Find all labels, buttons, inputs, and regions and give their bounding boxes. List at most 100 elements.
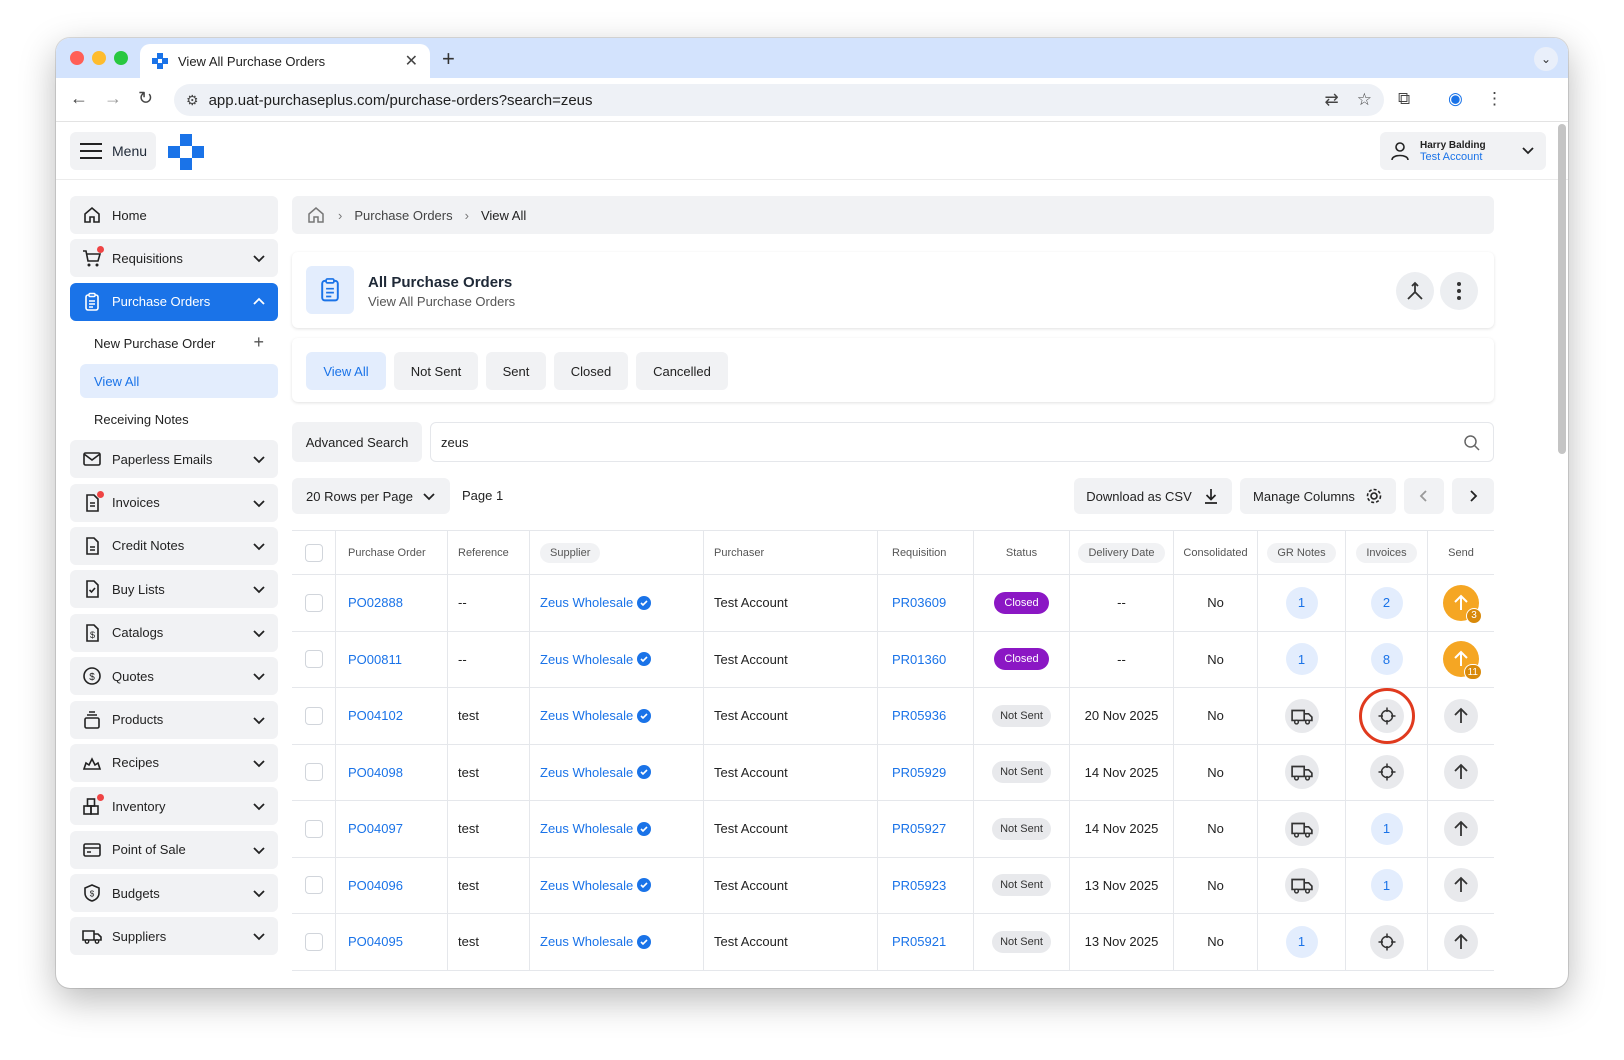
match-invoice-button[interactable] (1358, 688, 1415, 744)
gr-notes-count-button[interactable]: 1 (1285, 643, 1318, 676)
row-checkbox[interactable] (304, 593, 323, 612)
requisition-link[interactable]: PR05927 (878, 801, 974, 857)
sidebar-item-recipes[interactable]: Recipes (70, 743, 278, 782)
tab-cancelled[interactable]: Cancelled (636, 352, 728, 390)
gr-notes-count-button[interactable]: 1 (1285, 925, 1318, 958)
send-button[interactable]: 3 (1443, 584, 1482, 624)
send-button[interactable] (1444, 924, 1478, 959)
match-invoice-button[interactable] (1369, 755, 1404, 790)
page-scrollbar[interactable] (1558, 124, 1566, 454)
table-row[interactable]: PO02888 -- Zeus Wholesale Test Account P… (292, 575, 1494, 632)
column-header-reference[interactable]: Reference (448, 531, 530, 574)
supplier-link[interactable]: Zeus Wholesale (540, 878, 633, 893)
more-options-button[interactable] (1440, 272, 1478, 310)
rows-per-page-select[interactable]: 20 Rows per Page (292, 478, 450, 514)
column-header-status[interactable]: Status (974, 531, 1070, 574)
site-settings-icon[interactable]: ⚙ (186, 92, 199, 109)
column-header-delivery-date[interactable]: Delivery Date (1078, 542, 1165, 563)
tab-search-chevron-icon[interactable]: ⌄ (1534, 47, 1558, 71)
profile-icon[interactable]: ◉ (1448, 89, 1463, 109)
column-header-consolidated[interactable]: Consolidated (1174, 531, 1258, 574)
row-checkbox[interactable] (304, 932, 323, 951)
menu-button[interactable]: Menu (70, 132, 156, 170)
tab-closed[interactable]: Closed (554, 352, 628, 390)
row-checkbox[interactable] (304, 706, 323, 725)
table-row[interactable]: PO04098 test Zeus Wholesale Test Account… (292, 744, 1494, 801)
column-header-supplier[interactable]: Supplier (540, 542, 601, 563)
row-checkbox[interactable] (304, 650, 323, 669)
requisition-link[interactable]: PR05921 (878, 914, 974, 970)
table-row[interactable]: PO04096 test Zeus Wholesale Test Account… (292, 857, 1494, 914)
search-icon[interactable] (1463, 434, 1481, 452)
column-header-gr-notes[interactable]: GR Notes (1267, 542, 1336, 563)
breadcrumb-purchase-orders[interactable]: Purchase Orders (354, 208, 452, 223)
match-invoice-button[interactable] (1369, 924, 1404, 959)
sidebar-item-purchase-orders[interactable]: Purchase Orders (70, 282, 278, 321)
requisition-link[interactable]: PR03609 (878, 575, 974, 631)
previous-page-button[interactable] (1404, 478, 1444, 514)
manage-columns-button[interactable]: Manage Columns (1240, 478, 1396, 514)
purchaseplus-logo[interactable] (168, 134, 204, 170)
sidebar-item-credit-notes[interactable]: Credit Notes (70, 526, 278, 565)
po-number-link[interactable]: PO04097 (336, 801, 448, 857)
gr-notes-count-button[interactable]: 1 (1285, 586, 1318, 619)
send-button[interactable] (1444, 755, 1478, 790)
column-header-invoices[interactable]: Invoices (1356, 542, 1417, 563)
row-checkbox[interactable] (304, 876, 323, 895)
po-number-link[interactable]: PO02888 (336, 575, 448, 631)
receive-goods-button[interactable] (1284, 811, 1319, 846)
sidebar-item-requisitions[interactable]: Requisitions (70, 239, 278, 278)
sidebar-subitem-view-all[interactable]: View All (80, 364, 278, 399)
requisition-link[interactable]: PR05936 (878, 688, 974, 744)
minimize-window-button[interactable] (92, 51, 106, 65)
sidebar-item-suppliers[interactable]: Suppliers (70, 917, 278, 956)
sidebar-item-home[interactable]: Home (70, 196, 278, 234)
column-header-requisition[interactable]: Requisition (878, 531, 974, 574)
row-checkbox[interactable] (304, 819, 323, 838)
send-button[interactable] (1444, 811, 1478, 846)
table-row[interactable]: PO04097 test Zeus Wholesale Test Account… (292, 801, 1494, 858)
tab-sent[interactable]: Sent (486, 352, 546, 390)
po-number-link[interactable]: PO04098 (336, 744, 448, 800)
chrome-menu-icon[interactable]: ⋮ (1486, 89, 1503, 109)
invoices-count-button[interactable]: 1 (1370, 869, 1403, 902)
table-row[interactable]: PO04095 test Zeus Wholesale Test Account… (292, 914, 1494, 971)
reload-icon[interactable]: ↻ (138, 88, 153, 109)
close-window-button[interactable] (70, 51, 84, 65)
requisition-link[interactable]: PR05923 (878, 857, 974, 913)
requisition-link[interactable]: PR01360 (878, 631, 974, 687)
select-all-checkbox[interactable] (304, 543, 323, 562)
back-arrow-icon[interactable]: ← (70, 88, 88, 109)
supplier-link[interactable]: Zeus Wholesale (540, 821, 633, 836)
sidebar-item-quotes[interactable]: $ Quotes (70, 657, 278, 696)
sidebar-subitem-receiving-notes[interactable]: Receiving Notes (80, 402, 278, 436)
po-number-link[interactable]: PO04095 (336, 914, 448, 970)
tab-view-all[interactable]: View All (306, 352, 386, 390)
extensions-icon[interactable]: ⧉ (1398, 89, 1410, 109)
tab-close-icon[interactable]: ✕ (405, 51, 418, 71)
send-button[interactable] (1444, 868, 1478, 903)
column-header-send[interactable]: Send (1428, 531, 1494, 574)
sidebar-item-paperless-emails[interactable]: Paperless Emails (70, 440, 278, 479)
supplier-link[interactable]: Zeus Wholesale (540, 708, 633, 723)
sidebar-item-buy-lists[interactable]: Buy Lists (70, 570, 278, 609)
send-button[interactable] (1444, 698, 1478, 733)
plus-icon[interactable]: + (253, 332, 264, 353)
po-number-link[interactable]: PO04102 (336, 688, 448, 744)
invoices-count-button[interactable]: 2 (1370, 586, 1403, 619)
sidebar-item-inventory[interactable]: Inventory (70, 787, 278, 826)
supplier-link[interactable]: Zeus Wholesale (540, 765, 633, 780)
home-icon[interactable] (306, 205, 326, 225)
workflow-button[interactable] (1396, 272, 1434, 310)
send-button[interactable]: 11 (1443, 641, 1482, 681)
column-header-purchaser[interactable]: Purchaser (704, 531, 878, 574)
maximize-window-button[interactable] (114, 51, 128, 65)
invoices-count-button[interactable]: 8 (1370, 643, 1403, 676)
next-page-button[interactable] (1452, 478, 1494, 514)
search-input[interactable]: zeus (430, 422, 1494, 462)
receive-goods-button[interactable] (1284, 868, 1319, 903)
receive-goods-button[interactable] (1284, 755, 1319, 790)
advanced-search-button[interactable]: Advanced Search (292, 422, 422, 462)
receive-goods-button[interactable] (1284, 698, 1319, 733)
download-csv-button[interactable]: Download as CSV (1074, 478, 1232, 514)
